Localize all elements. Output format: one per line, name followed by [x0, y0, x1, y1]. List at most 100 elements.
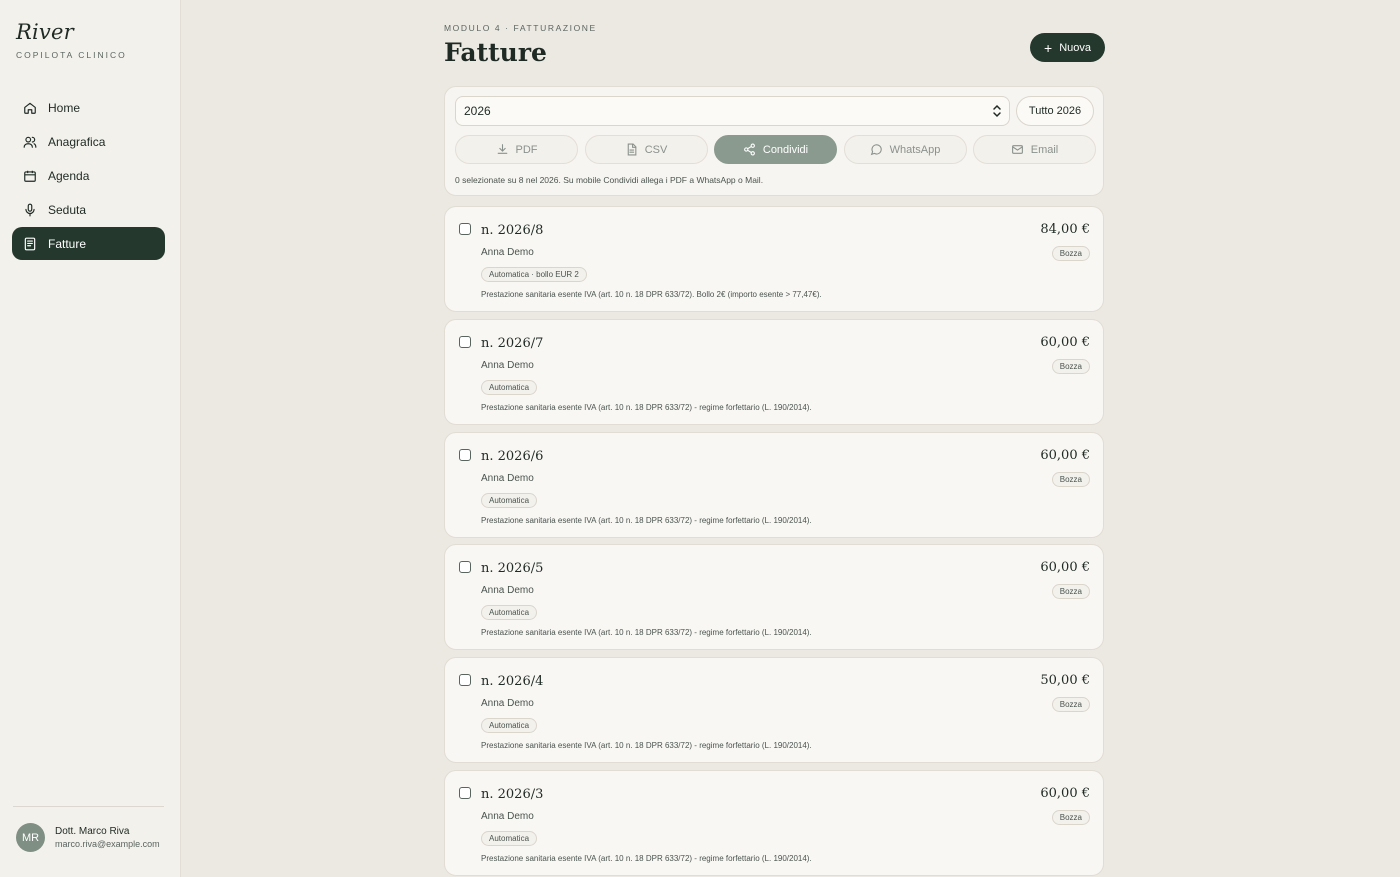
sidebar-item-home[interactable]: Home [12, 91, 165, 124]
invoice-amount: 60,00 € [1040, 334, 1090, 350]
invoice-checkbox[interactable] [459, 448, 471, 461]
export-actions: PDF CSV Condividi WhatsApp Email [455, 135, 1103, 164]
email-button[interactable]: Email [973, 135, 1096, 164]
invoice-card[interactable]: n. 2026/5 Anna Demo Automatica Prestazio… [444, 544, 1104, 651]
invoice-note: Prestazione sanitaria esente IVA (art. 1… [481, 402, 812, 412]
share-button-label: Condividi [762, 143, 809, 156]
invoice-checkbox[interactable] [459, 335, 471, 348]
email-button-label: Email [1030, 143, 1059, 156]
invoice-note: Prestazione sanitaria esente IVA (art. 1… [481, 515, 812, 525]
page-title: Fatture [444, 38, 547, 67]
invoice-amount: 84,00 € [1040, 222, 1090, 237]
invoice-icon [22, 236, 38, 252]
avatar: MR [16, 823, 45, 852]
download-icon [497, 144, 507, 154]
invoice-note: Prestazione sanitaria esente IVA (art. 1… [481, 741, 812, 751]
invoice-checkbox[interactable] [459, 674, 471, 687]
sidebar-item-fatture[interactable]: Fatture [12, 227, 165, 260]
status-badge: Bozza [1051, 584, 1090, 600]
invoice-number: n. 2026/4 [481, 674, 544, 690]
brand: River COPILOTA CLINICO [16, 20, 127, 60]
invoice-amount: 60,00 € [1040, 560, 1090, 576]
brand-subtitle: COPILOTA CLINICO [16, 50, 127, 60]
range-all-year-button[interactable]: Tutto 2026 [1016, 96, 1094, 126]
year-select[interactable]: 2026 [455, 96, 1010, 126]
invoice-client: Anna Demo [481, 698, 534, 710]
sidebar-item-label: Seduta [48, 202, 87, 217]
filter-panel: 2026 Tutto 2026 PDF CSV Condividi WhatsA… [444, 86, 1104, 196]
invoice-card[interactable]: n. 2026/7 Anna Demo Automatica Prestazio… [444, 318, 1104, 425]
status-badge: Bozza [1051, 809, 1090, 825]
sidebar-item-label: Anagrafica [48, 134, 106, 149]
invoice-client: Anna Demo [481, 810, 534, 822]
invoice-tag: Automatica [481, 830, 538, 846]
brand-logo: River [16, 20, 74, 44]
calendar-icon [22, 168, 38, 184]
document-icon [627, 143, 637, 156]
year-select-value: 2026 [464, 104, 491, 118]
whatsapp-button[interactable]: WhatsApp [843, 135, 967, 164]
invoice-client: Anna Demo [481, 359, 534, 371]
status-badge: Bozza [1051, 358, 1090, 374]
sidebar: River COPILOTA CLINICO Home Anagrafica A… [0, 0, 181, 877]
invoice-client: Anna Demo [481, 247, 534, 258]
invoice-card[interactable]: n. 2026/3 Anna Demo Automatica Prestazio… [444, 769, 1104, 876]
microphone-icon [22, 202, 38, 218]
users-icon [22, 134, 38, 150]
pdf-button-label: PDF [515, 143, 538, 156]
chat-icon [870, 144, 882, 156]
status-badge: Bozza [1051, 246, 1090, 261]
sidebar-item-label: Home [48, 100, 81, 115]
invoice-checkbox[interactable] [459, 786, 471, 799]
home-icon [22, 100, 38, 116]
invoice-amount: 50,00 € [1040, 673, 1090, 689]
invoice-checkbox[interactable] [459, 561, 471, 574]
invoice-number: n. 2026/3 [481, 786, 544, 802]
invoice-number: n. 2026/8 [481, 223, 544, 238]
invoice-tag: Automatica [481, 492, 538, 508]
pdf-button[interactable]: PDF [455, 135, 578, 164]
invoice-note: Prestazione sanitaria esente IVA (art. 1… [481, 853, 812, 863]
invoice-list: n. 2026/8 Anna Demo Automatica · bollo E… [444, 206, 1104, 877]
chevron-up-down-icon [991, 104, 1003, 121]
sidebar-nav: Home Anagrafica Agenda Seduta Fatture [12, 91, 165, 261]
sidebar-item-label: Fatture [48, 236, 87, 251]
sidebar-item-agenda[interactable]: Agenda [12, 159, 165, 192]
invoice-amount: 60,00 € [1040, 785, 1090, 801]
page-eyebrow: MODULO 4 · FATTURAZIONE [444, 23, 597, 33]
invoice-note: Prestazione sanitaria esente IVA (art. 1… [481, 628, 812, 638]
invoice-tag: Automatica [481, 379, 538, 395]
sidebar-item-label: Agenda [48, 168, 90, 183]
share-button[interactable]: Condividi [714, 135, 837, 164]
sidebar-divider [13, 806, 164, 807]
user-email: marco.riva@example.com [55, 839, 160, 849]
csv-button[interactable]: CSV [584, 135, 708, 164]
user-name: Dott. Marco Riva [55, 826, 130, 837]
share-icon [743, 143, 755, 156]
invoice-tag: Automatica [481, 718, 538, 734]
whatsapp-button-label: WhatsApp [889, 143, 941, 156]
sidebar-item-anagrafica[interactable]: Anagrafica [12, 125, 165, 158]
status-badge: Bozza [1051, 697, 1090, 713]
status-badge: Bozza [1051, 471, 1090, 487]
invoice-card[interactable]: n. 2026/4 Anna Demo Automatica Prestazio… [444, 657, 1104, 764]
mail-icon [1011, 145, 1023, 154]
invoice-card[interactable]: n. 2026/6 Anna Demo Automatica Prestazio… [444, 431, 1104, 538]
invoice-number: n. 2026/7 [481, 335, 544, 351]
sidebar-item-seduta[interactable]: Seduta [12, 193, 165, 226]
invoice-number: n. 2026/6 [481, 448, 544, 464]
invoice-tag: Automatica [481, 605, 538, 621]
new-invoice-button[interactable]: + Nuova [1030, 33, 1105, 62]
invoice-checkbox[interactable] [459, 223, 471, 235]
user-profile[interactable]: MR Dott. Marco Riva marco.riva@example.c… [16, 823, 160, 852]
invoice-card[interactable]: n. 2026/8 Anna Demo Automatica · bollo E… [444, 206, 1104, 312]
selection-summary: 0 selezionate su 8 nel 2026. Su mobile C… [455, 175, 764, 185]
csv-button-label: CSV [644, 143, 668, 156]
plus-icon: + [1044, 39, 1053, 56]
invoice-number: n. 2026/5 [481, 561, 544, 577]
invoice-client: Anna Demo [481, 472, 534, 484]
invoice-client: Anna Demo [481, 585, 534, 597]
new-invoice-label: Nuova [1059, 41, 1091, 54]
invoice-amount: 60,00 € [1040, 447, 1090, 463]
invoice-tag: Automatica · bollo EUR 2 [481, 267, 587, 282]
